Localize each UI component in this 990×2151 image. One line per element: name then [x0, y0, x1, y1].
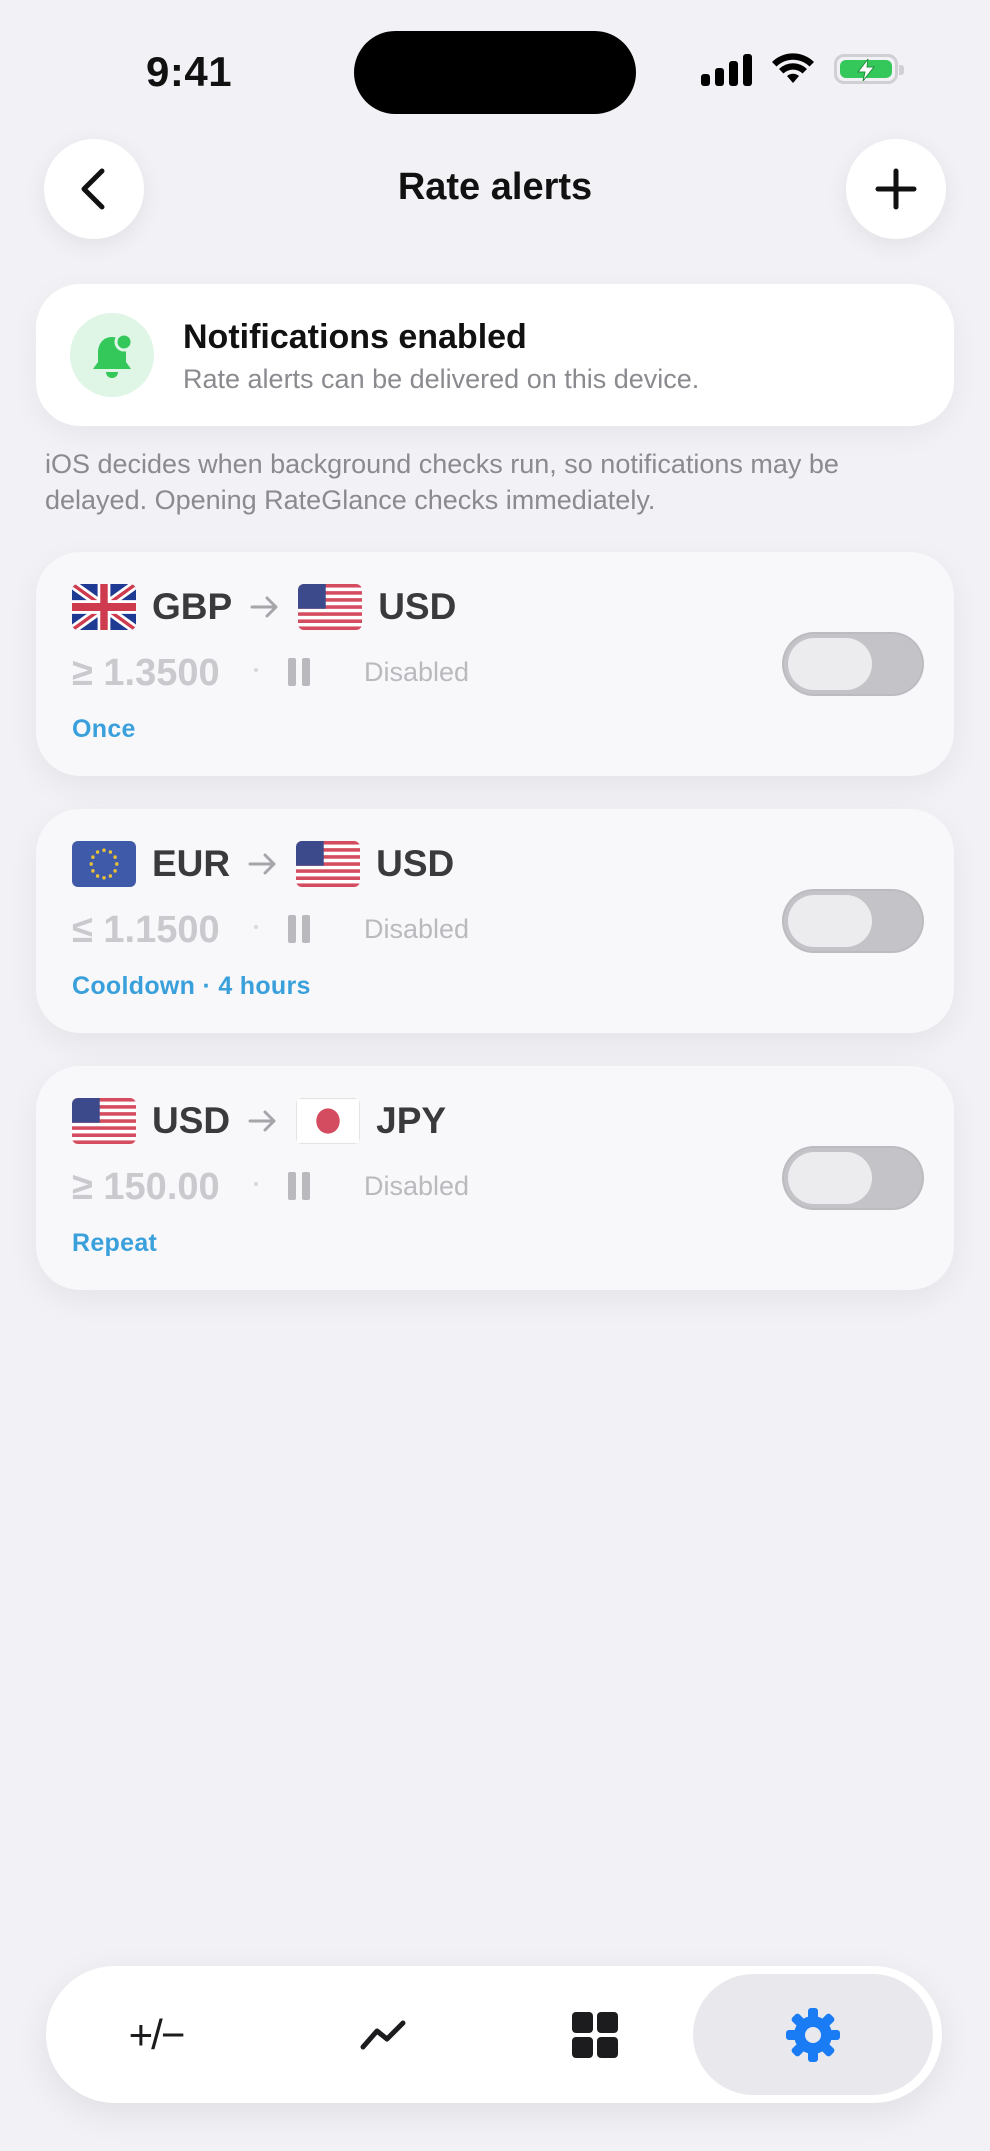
separator-dot	[254, 925, 258, 929]
alert-state: Disabled	[364, 914, 470, 944]
bell-icon	[93, 332, 134, 378]
pause-icon	[288, 915, 310, 943]
status-icons	[701, 52, 904, 86]
separator-dot	[254, 668, 258, 672]
pause-icon	[288, 1172, 310, 1200]
toggle-knob	[788, 638, 872, 690]
notifications-subtitle: Rate alerts can be delivered on this dev…	[183, 364, 700, 394]
tab-settings[interactable]	[693, 1966, 933, 2103]
uk-flag-icon	[72, 584, 136, 630]
alert-mode: Once	[72, 715, 136, 743]
arrow-right-icon	[250, 595, 280, 619]
alert-state: Disabled	[364, 657, 470, 687]
add-alert-button[interactable]	[846, 139, 946, 239]
currency-pair: USD JPY	[72, 1096, 446, 1146]
alert-mode: Cooldown · 4 hours	[72, 972, 311, 1000]
toggle-knob	[788, 895, 872, 947]
alert-enabled-toggle[interactable]	[782, 889, 924, 953]
background-check-footnote: iOS decides when background checks run, …	[45, 449, 839, 515]
notifications-title: Notifications enabled	[183, 318, 527, 356]
notifications-status-card: Notifications enabled Rate alerts can be…	[36, 284, 954, 426]
alert-threshold: ≤ 1.1500	[72, 909, 220, 951]
alert-state: Disabled	[364, 1171, 470, 1201]
cellular-signal-icon	[701, 52, 752, 86]
page-title: Rate alerts	[397, 166, 593, 208]
dynamic-island	[354, 31, 636, 114]
currency-pair: GBP USD	[72, 582, 456, 632]
battery-icon	[834, 54, 904, 84]
wifi-icon	[772, 53, 814, 83]
alert-card[interactable]: USD JPY ≥ 150.00 Disabled Repeat	[36, 1066, 954, 1290]
tab-widgets[interactable]	[489, 1966, 701, 2103]
arrow-right-icon	[248, 1109, 278, 1133]
japan-flag-icon	[296, 1098, 361, 1144]
plus-icon	[875, 168, 917, 210]
trend-chart-icon	[360, 2020, 406, 2049]
alert-threshold: ≥ 1.3500	[72, 652, 220, 694]
alert-card[interactable]: GBP USD ≥ 1.3500 Disabled Once	[36, 552, 954, 776]
tab-bar: +/−	[46, 1966, 942, 2103]
currency-pair: EUR USD	[72, 839, 454, 889]
grid-icon	[572, 2011, 618, 2058]
alert-threshold: ≥ 150.00	[72, 1166, 220, 1208]
plus-minus-icon: +/−	[128, 2010, 186, 2058]
separator-dot	[254, 1182, 258, 1186]
toggle-knob	[788, 1152, 872, 1204]
to-currency: USD	[378, 586, 457, 627]
arrow-right-icon	[248, 852, 278, 876]
us-flag-icon	[298, 584, 363, 630]
tab-convert[interactable]: +/−	[50, 1966, 262, 2103]
alert-enabled-toggle[interactable]	[782, 632, 924, 696]
eu-flag-icon	[72, 841, 136, 887]
alert-enabled-toggle[interactable]	[782, 1146, 924, 1210]
alert-card[interactable]: EUR USD ≤ 1.1500 Disabled Cooldown · 4 h…	[36, 809, 954, 1033]
us-flag-icon	[296, 841, 361, 887]
to-currency: USD	[376, 843, 455, 884]
from-currency: EUR	[152, 843, 231, 884]
tab-chart[interactable]	[277, 1966, 489, 2103]
from-currency: USD	[152, 1100, 231, 1141]
gear-icon	[786, 2007, 840, 2062]
pause-icon	[288, 658, 310, 686]
alert-mode: Repeat	[72, 1229, 158, 1257]
status-time: 9:41	[146, 48, 233, 95]
to-currency: JPY	[376, 1100, 447, 1141]
from-currency: GBP	[152, 586, 233, 627]
bell-badge	[70, 313, 154, 397]
us-flag-icon	[72, 1098, 136, 1144]
